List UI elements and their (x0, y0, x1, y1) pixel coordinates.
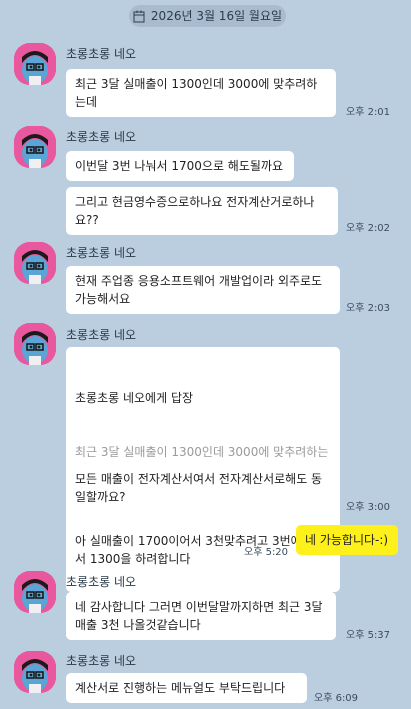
neo-character-avatar (14, 126, 56, 168)
avatar[interactable] (14, 571, 56, 613)
message-time: 오후 3:00 (346, 502, 391, 513)
neo-character-avatar (14, 323, 56, 365)
sender-name: 초롱초롱 네오 (66, 328, 137, 342)
neo-character-avatar (14, 651, 56, 693)
message-bubble[interactable]: 이번달 3번 나눠서 1700으로 해도될까요 (66, 151, 294, 181)
message-time: 오후 2:01 (346, 107, 391, 118)
message-time: 오후 5:20 (244, 547, 289, 558)
message-bubble[interactable]: 그리고 현금영수증으로하나요 전자계산거로하나요?? (66, 187, 338, 235)
reply-header: 초롱초롱 네오에게 답장 (75, 391, 194, 405)
message-bubble[interactable]: 계산서로 진행하는 메뉴얼도 부탁드립니다 (66, 673, 307, 703)
neo-character-avatar (14, 242, 56, 284)
avatar[interactable] (14, 242, 56, 284)
neo-character-avatar (14, 43, 56, 85)
sender-name: 초롱초롱 네오 (66, 130, 137, 144)
date-divider-text: 2026년 3월 16일 월요일 (150, 9, 283, 23)
neo-character-avatar (14, 571, 56, 613)
message-bubble[interactable]: 최근 3달 실매출이 1300인데 3000에 맞추려하는데 (66, 69, 336, 117)
reply-text: 아 실매출이 1700이어서 3천맞추려고 3번에 나눠서 1300을 하려합니… (75, 534, 328, 566)
message-time: 오후 6:09 (314, 693, 359, 704)
avatar[interactable] (14, 126, 56, 168)
message-bubble[interactable]: 모든 매출이 전자계산서여서 전자계산서로해도 동일할까요? (66, 464, 340, 512)
sender-name: 초롱초롱 네오 (66, 47, 137, 61)
sender-name: 초롱초롱 네오 (66, 654, 137, 668)
avatar[interactable] (14, 651, 56, 693)
avatar[interactable] (14, 43, 56, 85)
message-time: 오후 5:37 (346, 630, 391, 641)
avatar[interactable] (14, 323, 56, 365)
my-message-bubble[interactable]: 네 가능합니다-:) (296, 525, 398, 555)
sender-name: 초롱초롱 네오 (66, 246, 137, 260)
message-time: 오후 2:03 (346, 303, 391, 314)
calendar-icon (133, 10, 145, 23)
date-divider: 2026년 3월 16일 월요일 (129, 5, 286, 27)
sender-name: 초롱초롱 네오 (66, 575, 137, 589)
message-bubble[interactable]: 네 감사합니다 그러면 이번달말까지하면 최근 3달 매출 3천 나올것같습니다 (66, 592, 336, 640)
message-bubble[interactable]: 현재 주업종 응용소프트웨어 개발업이라 외주로도 가능해서요 (66, 266, 340, 314)
message-time: 오후 2:02 (346, 223, 391, 234)
